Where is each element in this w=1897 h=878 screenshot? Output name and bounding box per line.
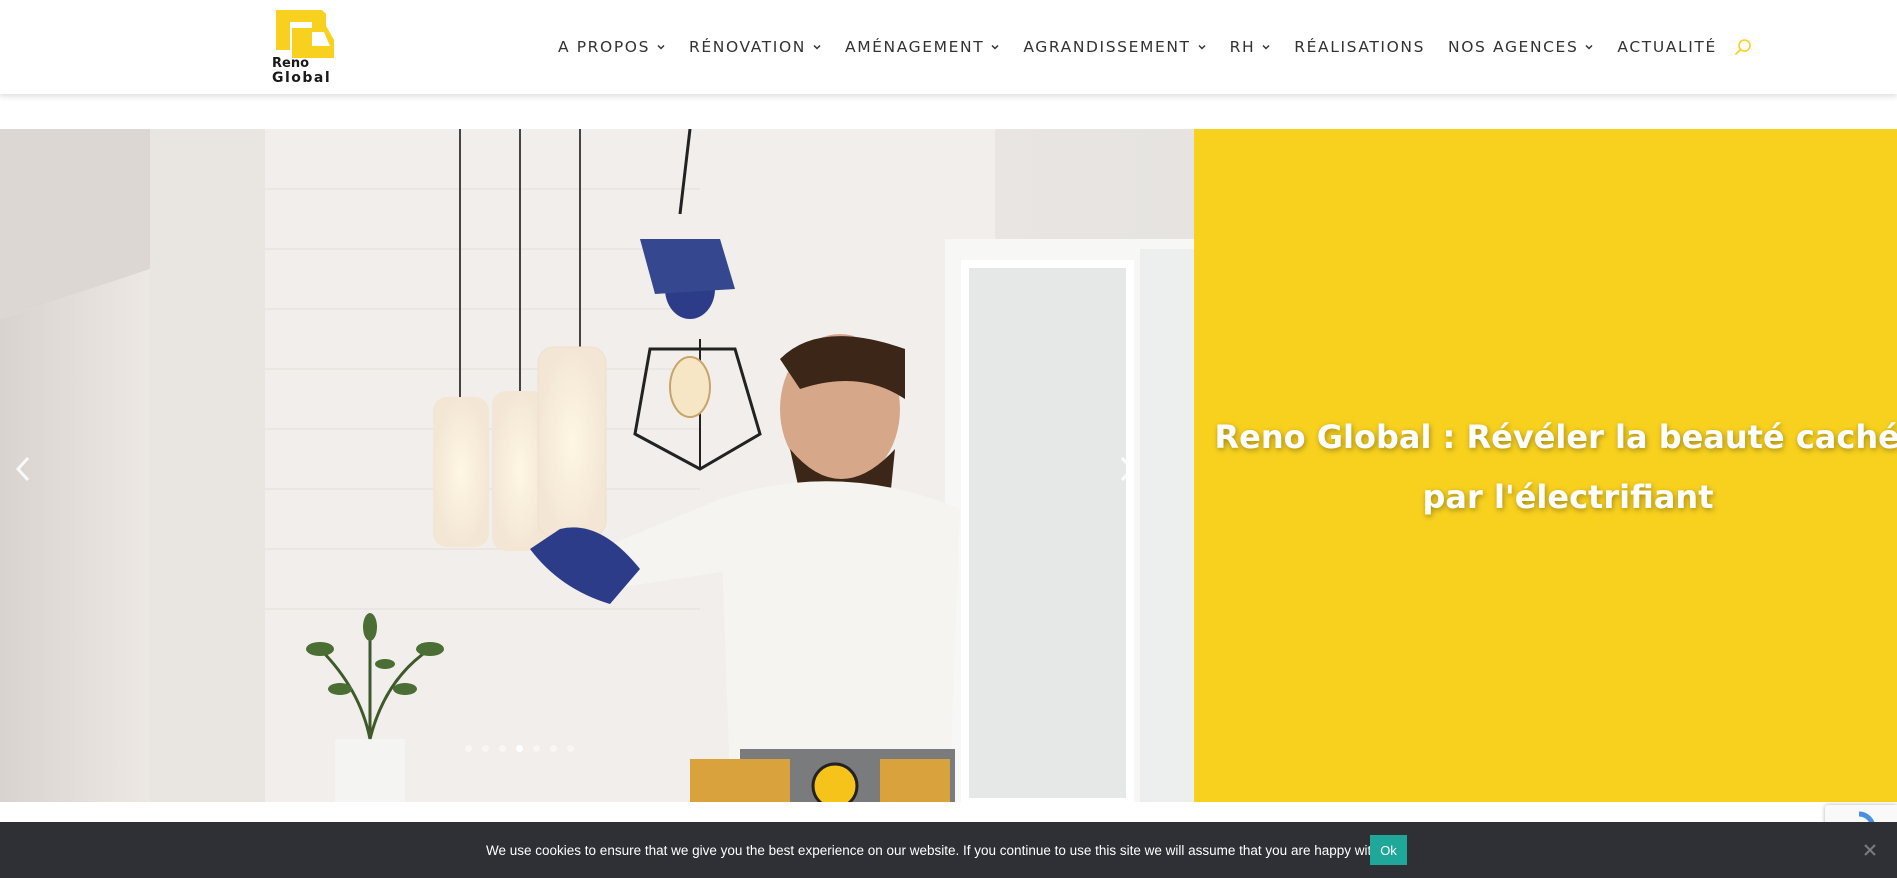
chevron-down-icon	[1262, 44, 1270, 50]
nav-label: RH	[1229, 38, 1256, 56]
site-header: Reno Global A PROPOS RÉNOVATION AMÉNAGEM…	[0, 0, 1897, 94]
chevron-down-icon	[1585, 44, 1593, 50]
slider-dot[interactable]	[482, 745, 489, 752]
hero-headline-line2: par l'électrifiant	[1422, 478, 1714, 516]
nav-label: AMÉNAGEMENT	[844, 38, 985, 56]
nav-label: RÉNOVATION	[689, 38, 806, 56]
electrician-photo	[0, 129, 1194, 802]
nav-item-nos-agences[interactable]: NOS AGENCES	[1448, 38, 1594, 56]
arrow-right-icon[interactable]	[1114, 454, 1140, 484]
nav-label: RÉALISATIONS	[1294, 38, 1426, 56]
main-nav: A PROPOS RÉNOVATION AMÉNAGEMENT AGRANDIS…	[558, 36, 1752, 58]
nav-label: A PROPOS	[558, 38, 651, 56]
slider-dots	[465, 745, 584, 752]
chevron-down-icon	[657, 44, 665, 50]
cookie-message: We use cookies to ensure that we give yo…	[486, 843, 1393, 858]
hero-headline-line1: Reno Global : Révéler la beauté cachée	[1214, 418, 1897, 456]
hero-slider: Reno Global : Révéler la beauté cachée p…	[0, 129, 1897, 802]
chevron-down-icon	[1198, 44, 1206, 50]
cookie-ok-button[interactable]: Ok	[1370, 835, 1407, 865]
slider-dot[interactable]	[465, 745, 472, 752]
nav-item-actualite[interactable]: ACTUALITÉ	[1617, 38, 1716, 56]
chevron-down-icon	[991, 44, 999, 50]
close-icon[interactable]	[1862, 842, 1878, 858]
slider-dot[interactable]	[499, 745, 506, 752]
logo-text-global: Global	[272, 70, 332, 86]
hero-image	[0, 129, 1194, 802]
nav-item-amenagement[interactable]: AMÉNAGEMENT	[845, 38, 1000, 56]
slider-dot[interactable]	[567, 745, 574, 752]
arrow-left-icon[interactable]	[10, 454, 36, 484]
nav-item-realisations[interactable]: RÉALISATIONS	[1294, 38, 1425, 56]
chevron-down-icon	[813, 44, 821, 50]
nav-item-renovation[interactable]: RÉNOVATION	[689, 38, 822, 56]
slider-dot[interactable]	[550, 745, 557, 752]
logo[interactable]: Reno Global	[272, 10, 338, 86]
slider-dot-active[interactable]	[516, 745, 523, 752]
nav-item-rh[interactable]: RH	[1230, 38, 1272, 56]
nav-label: NOS AGENCES	[1448, 38, 1579, 56]
hero-headline: Reno Global : Révéler la beauté cachée p…	[1194, 407, 1897, 527]
logo-mark-icon	[276, 10, 334, 58]
nav-item-agrandissement[interactable]: AGRANDISSEMENT	[1023, 38, 1206, 56]
search-icon[interactable]	[1734, 38, 1752, 56]
logo-text-reno: Reno	[272, 56, 310, 71]
nav-label: ACTUALITÉ	[1617, 38, 1717, 56]
nav-item-a-propos[interactable]: A PROPOS	[558, 38, 666, 56]
nav-label: AGRANDISSEMENT	[1023, 38, 1191, 56]
cookie-banner: We use cookies to ensure that we give yo…	[0, 822, 1897, 878]
slider-dot[interactable]	[533, 745, 540, 752]
